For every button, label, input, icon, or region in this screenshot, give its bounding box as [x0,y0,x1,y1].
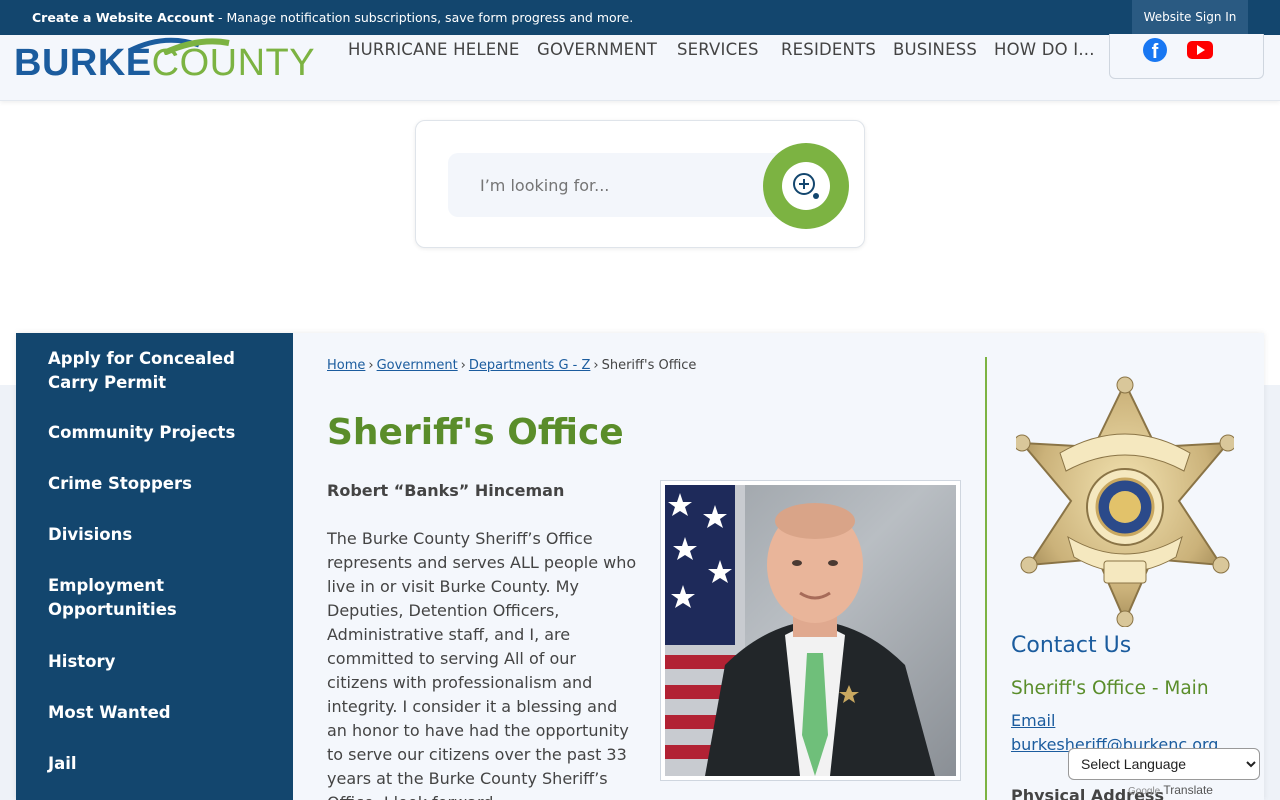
site-header: BURKECOUNTY HURRICANE HELENE GOVERNMENT … [0,34,1280,101]
create-account-message[interactable]: Create a Website Account - Manage notifi… [32,0,633,35]
sidebar-item-divisions[interactable]: Divisions [48,523,268,547]
sidebar-item-crime-stoppers[interactable]: Crime Stoppers [48,472,268,496]
sheriff-photo [665,485,956,776]
breadcrumb-government[interactable]: Government [377,358,458,373]
sheriff-badge-image [1013,376,1237,628]
breadcrumb-separator: › [593,358,599,373]
sidebar-item-jail[interactable]: Jail [48,752,268,776]
google-logo-text: Google [1128,786,1161,797]
nav-hurricane-helene[interactable]: HURRICANE HELENE [348,40,520,59]
sheriff-badge [1013,375,1237,628]
breadcrumb-departments[interactable]: Departments G - Z [469,358,591,373]
breadcrumb-current: Sheriff's Office [601,358,697,373]
sidebar-item-community-projects[interactable]: Community Projects [48,421,268,445]
social-links: f [1109,34,1264,79]
google-translate-credit: Google Translate [1128,783,1213,797]
notification-bar: Create a Website Account - Manage notifi… [0,0,1280,35]
translate-label: Translate [1163,783,1213,797]
nav-business[interactable]: BUSINESS [893,40,977,59]
content-divider [985,357,987,800]
youtube-icon[interactable] [1187,41,1213,59]
sidebar-item-employment[interactable]: Employment Opportunities [48,574,198,622]
logo-swoosh-icon [127,37,230,55]
breadcrumb-separator: › [368,358,374,373]
search-button[interactable] [763,143,849,229]
search-panel [415,120,865,248]
contact-us-heading: Contact Us [1011,633,1132,658]
sidebar-item-concealed-carry[interactable]: Apply for Concealed Carry Permit [48,347,268,395]
breadcrumb-home[interactable]: Home [327,358,365,373]
sheriff-name: Robert “Banks” Hinceman [327,481,565,500]
language-select[interactable]: Select Language [1068,748,1260,780]
contact-office-name: Sheriff's Office - Main [1011,678,1209,699]
website-sign-in-button[interactable]: Website Sign In [1132,0,1248,35]
site-logo[interactable]: BURKECOUNTY [14,37,315,83]
search-button-inner [782,162,830,210]
sidebar-nav: Apply for Concealed Carry Permit Communi… [16,333,293,800]
nav-services[interactable]: SERVICES [677,40,759,59]
nav-government[interactable]: GOVERNMENT [537,40,657,59]
sidebar-item-history[interactable]: History [48,650,268,674]
nav-how-do-i[interactable]: HOW DO I... [994,40,1095,59]
sheriff-portrait-image [665,485,935,776]
breadcrumb-separator: › [460,358,466,373]
create-account-link[interactable]: Create a Website Account [32,10,214,25]
sheriff-message: The Burke County Sheriff’s Office repres… [327,529,637,800]
search-icon [793,173,819,199]
sidebar-item-most-wanted[interactable]: Most Wanted [48,701,268,725]
contact-email-label-link[interactable]: Email [1011,711,1055,730]
breadcrumb: Home › Government › Departments G - Z › Sherif… [327,358,696,373]
page-title: Sheriff's Office [327,412,624,453]
create-account-description: - Manage notification subscriptions, sav… [214,10,634,25]
nav-residents[interactable]: RESIDENTS [781,40,876,59]
sheriff-photo-frame [660,480,961,781]
search-input[interactable] [448,153,788,217]
facebook-icon[interactable]: f [1143,38,1167,62]
